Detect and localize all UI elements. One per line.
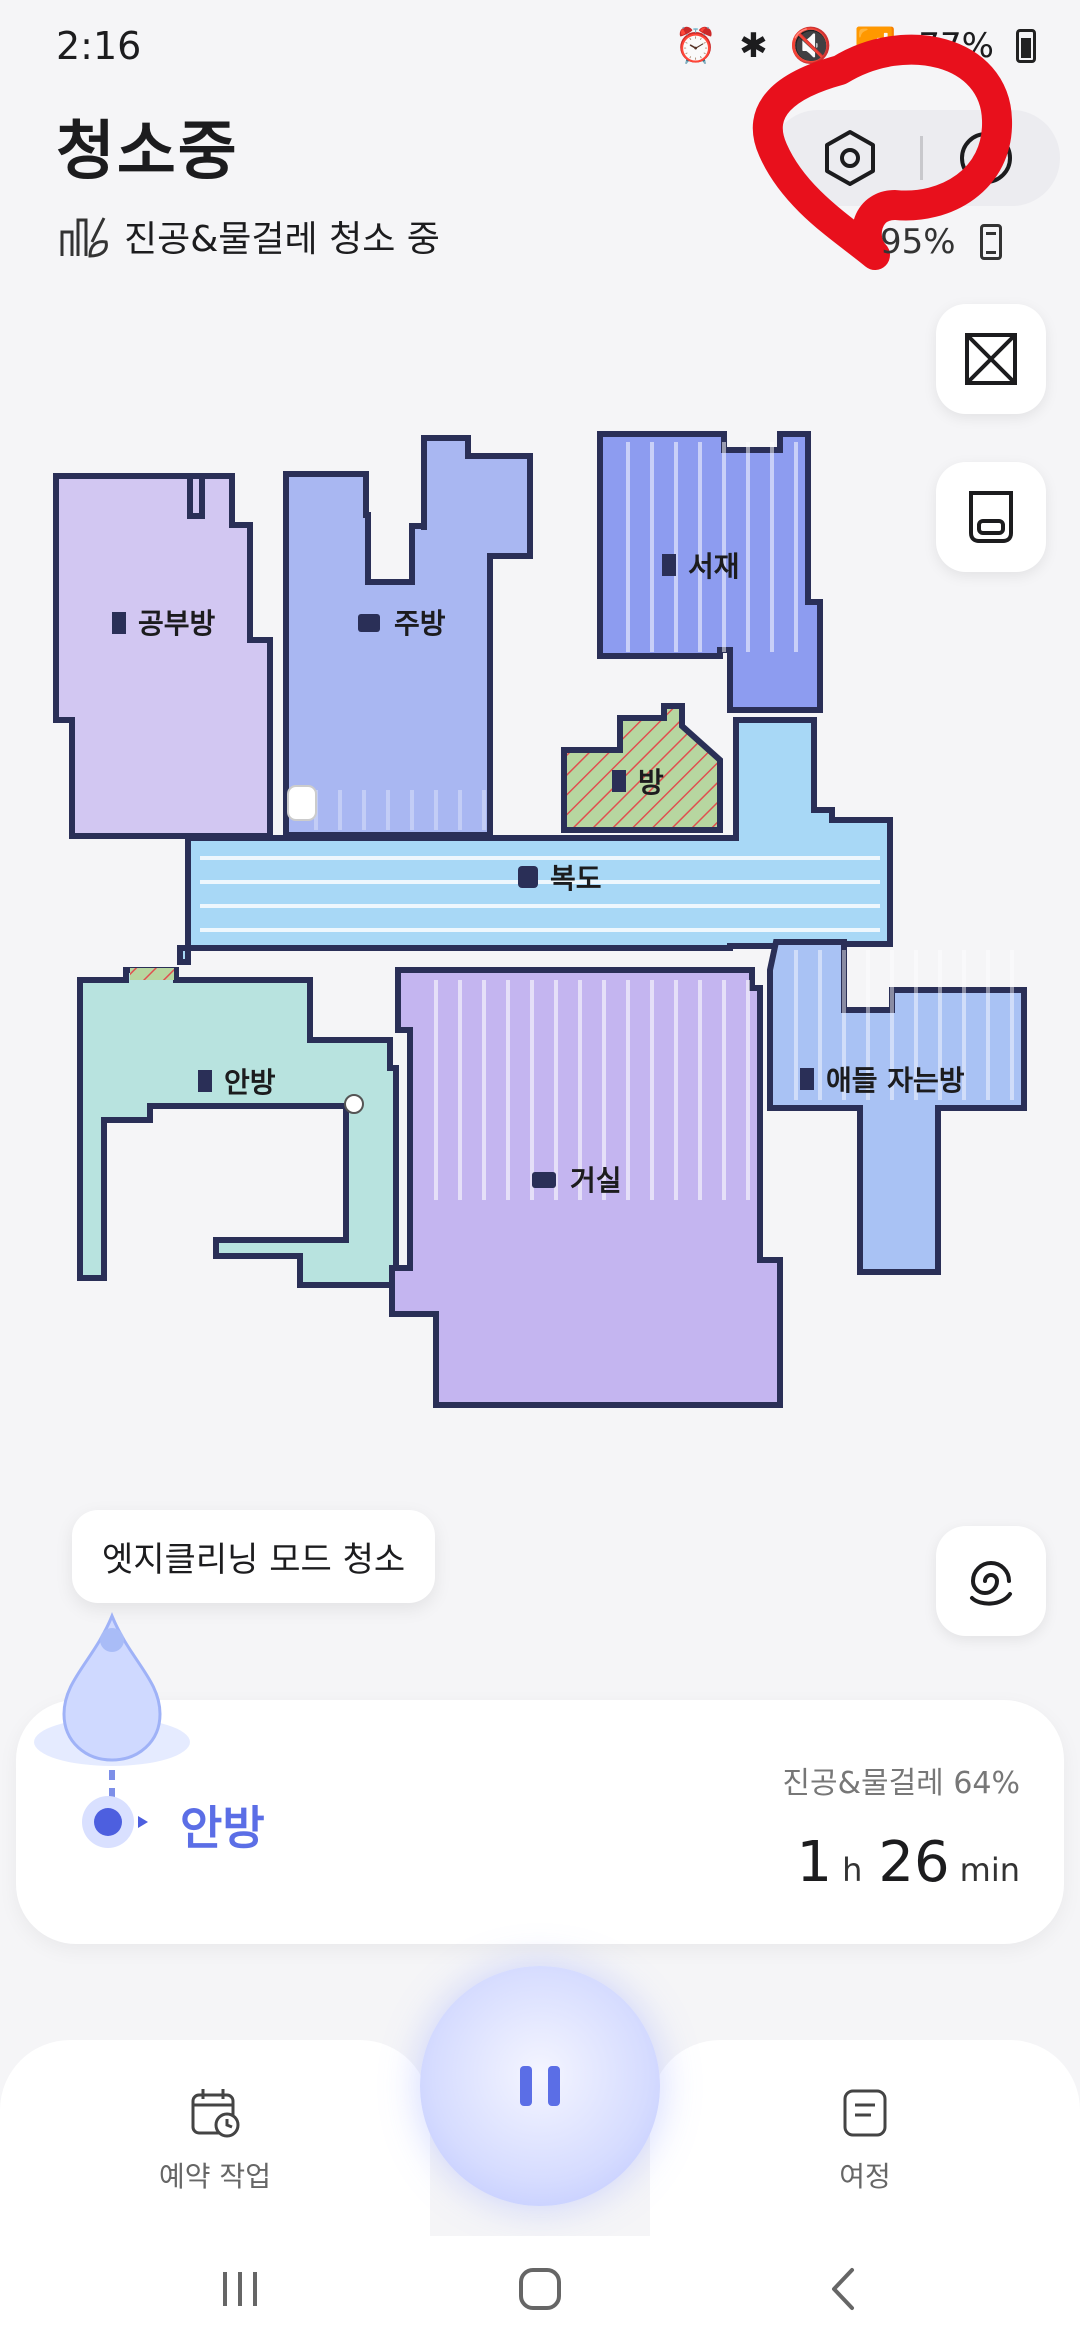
battery-icon [1016, 29, 1036, 63]
broom-icon [60, 217, 108, 258]
edge-clean-button[interactable] [936, 1526, 1046, 1636]
svg-text:공부방: 공부방 [138, 607, 216, 640]
page-title: 청소중 [56, 115, 239, 189]
alarm-icon: ⏰ [674, 26, 718, 66]
back-icon[interactable] [820, 2264, 870, 2314]
status-time: 2:16 [56, 24, 142, 68]
trip-tab-label: 여정 [839, 2160, 891, 2193]
svg-text:거실: 거실 [570, 1164, 622, 1197]
pause-button[interactable] [420, 1966, 660, 2206]
mode-tooltip: 엣지클리닝 모드 청소 [72, 1510, 436, 1603]
robot-marker [344, 1094, 364, 1114]
current-position-icon [82, 1796, 148, 1848]
robot-battery-icon [979, 224, 1002, 260]
mode-percent-label: 진공&물걸레 64% [782, 1766, 1020, 1801]
svg-text:안방: 안방 [224, 1066, 276, 1099]
trip-tab[interactable]: 여정 [650, 2040, 1080, 2240]
time-minutes-unit: min [959, 1851, 1020, 1889]
calendar-clock-icon [191, 2089, 240, 2138]
home-icon[interactable] [515, 2264, 565, 2314]
svg-text:복도: 복도 [550, 862, 602, 895]
svg-text:주방: 주방 [394, 607, 446, 640]
room-kids[interactable] [767, 939, 1027, 1275]
recent-apps-icon[interactable] [215, 2264, 265, 2314]
room-study[interactable] [53, 473, 273, 839]
schedule-tab-label: 예약 작업 [159, 2160, 271, 2193]
map-grid-icon [965, 333, 1017, 385]
time-minutes: 26 [878, 1830, 950, 1895]
current-room-label: 안방 [180, 1801, 265, 1855]
time-hours-unit: h [842, 1851, 863, 1889]
dock-marker [287, 785, 317, 821]
svg-text:애들 자는방: 애들 자는방 [826, 1064, 965, 1097]
swirl-icon [970, 1561, 1012, 1606]
document-icon [843, 2089, 887, 2137]
robot-battery-percent: 95% [880, 222, 956, 262]
robot-battery: 95% [880, 222, 1002, 262]
room-master[interactable] [77, 967, 399, 1288]
cleaning-map[interactable]: 공부방 주방 서재 방 복도 안방 거실 애들 자는방 [40, 390, 1040, 1430]
system-nav-bar [0, 2236, 1080, 2340]
pause-icon [520, 2066, 560, 2106]
cleaning-status: 진공&물걸레 청소 중 [56, 210, 440, 262]
schedule-tab[interactable]: 예약 작업 [0, 2040, 430, 2240]
cleaning-mode-text: 진공&물걸레 청소 중 [124, 219, 440, 260]
remaining-time: 1 h 26 min [796, 1830, 1020, 1895]
svg-text:방: 방 [638, 766, 664, 799]
svg-text:서재: 서재 [688, 550, 740, 583]
time-hours: 1 [796, 1830, 833, 1895]
